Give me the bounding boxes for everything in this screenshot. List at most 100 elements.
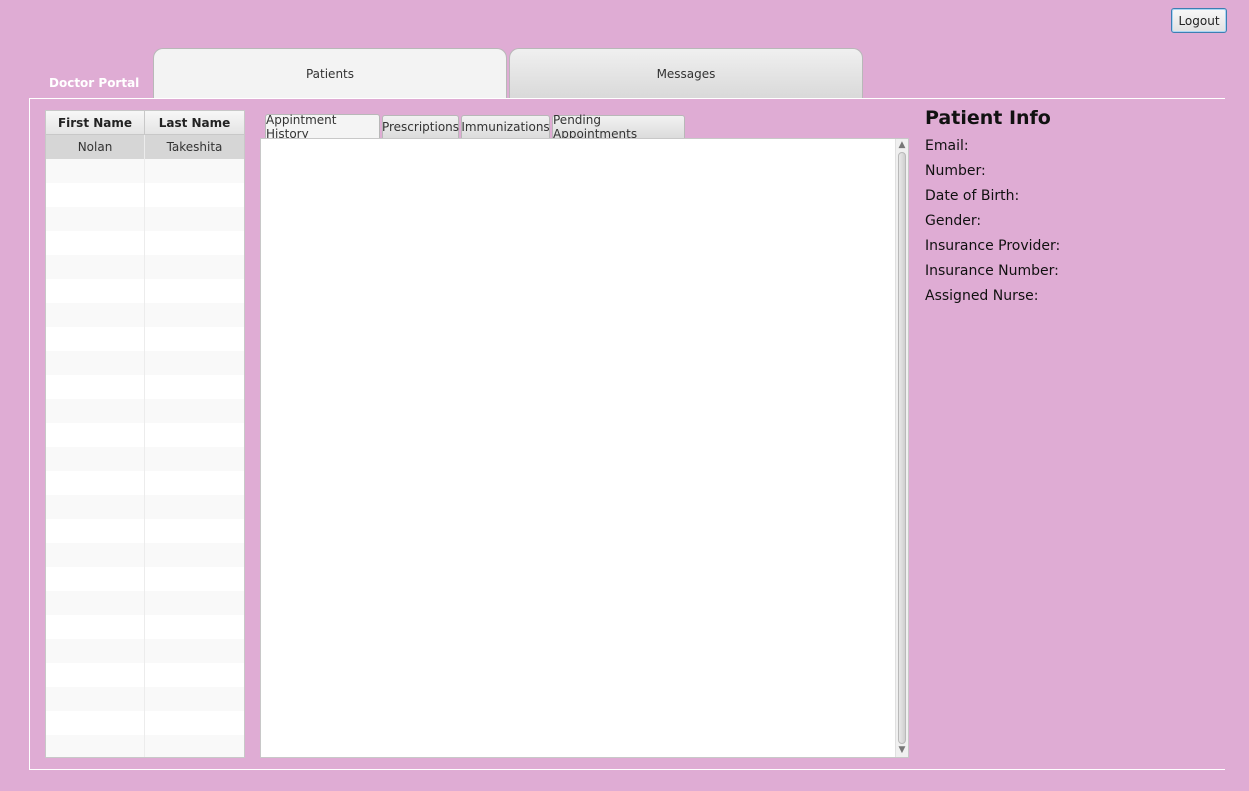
cell-last-name	[145, 687, 244, 711]
cell-first-name	[46, 471, 145, 495]
table-row[interactable]	[46, 351, 244, 375]
cell-first-name	[46, 567, 145, 591]
scroll-down-icon[interactable]: ▼	[896, 745, 908, 755]
table-row[interactable]	[46, 663, 244, 687]
cell-first-name	[46, 615, 145, 639]
cell-first-name	[46, 639, 145, 663]
table-row[interactable]	[46, 615, 244, 639]
appointment-history-panel	[260, 138, 909, 758]
cell-first-name	[46, 303, 145, 327]
gender-label: Gender:	[925, 213, 982, 229]
cell-first-name	[46, 591, 145, 615]
cell-last-name	[145, 279, 244, 303]
cell-first-name	[46, 327, 145, 351]
table-row[interactable]	[46, 231, 244, 255]
cell-first-name	[46, 399, 145, 423]
column-header-last-name[interactable]: Last Name	[145, 111, 244, 134]
cell-first-name	[46, 711, 145, 735]
cell-last-name	[145, 711, 244, 735]
cell-last-name	[145, 735, 244, 757]
insurance-provider-label: Insurance Provider:	[925, 238, 1061, 254]
scrollbar-thumb[interactable]	[898, 152, 906, 744]
cell-last-name	[145, 375, 244, 399]
cell-first-name	[46, 207, 145, 231]
cell-last-name	[145, 495, 244, 519]
cell-last-name	[145, 663, 244, 687]
cell-last-name	[145, 327, 244, 351]
cell-last-name	[145, 519, 244, 543]
tab-appointment-history[interactable]: Appintment History	[265, 113, 380, 141]
table-row[interactable]	[46, 567, 244, 591]
cell-first-name	[46, 735, 145, 757]
table-row[interactable]	[46, 327, 244, 351]
cell-first-name	[46, 183, 145, 207]
table-row[interactable]	[46, 495, 244, 519]
patient-info-title: Patient Info	[925, 107, 1051, 129]
table-row[interactable]	[46, 303, 244, 327]
cell-first-name	[46, 543, 145, 567]
cell-last-name	[145, 423, 244, 447]
table-row[interactable]	[46, 375, 244, 399]
cell-first-name	[46, 663, 145, 687]
table-row[interactable]	[46, 399, 244, 423]
table-row[interactable]	[46, 279, 244, 303]
tab-messages-label: Messages	[656, 66, 716, 81]
table-body: Nolan Takeshita	[46, 135, 244, 757]
tab-patients[interactable]: Patients	[153, 48, 507, 98]
cell-last-name	[145, 255, 244, 279]
cell-first-name	[46, 375, 145, 399]
table-row[interactable]	[46, 471, 244, 495]
cell-first-name	[46, 159, 145, 183]
cell-last-name	[145, 351, 244, 375]
cell-last-name	[145, 567, 244, 591]
table-row[interactable]	[46, 519, 244, 543]
cell-first-name	[46, 279, 145, 303]
scroll-up-icon[interactable]: ▲	[896, 140, 908, 150]
table-row[interactable]	[46, 447, 244, 471]
table-row[interactable]	[46, 255, 244, 279]
table-row[interactable]	[46, 207, 244, 231]
column-header-first-name[interactable]: First Name	[46, 111, 145, 134]
cell-last-name	[145, 183, 244, 207]
cell-first-name	[46, 351, 145, 375]
cell-last-name	[145, 447, 244, 471]
tab-immunizations[interactable]: Immunizations	[461, 115, 550, 138]
table-row[interactable]	[46, 735, 244, 757]
table-row[interactable]	[46, 639, 244, 663]
tab-messages[interactable]: Messages	[509, 48, 863, 98]
cell-last-name	[145, 207, 244, 231]
tab-pending-appointments[interactable]: Pending Appointments	[552, 113, 685, 141]
cell-last-name: Takeshita	[166, 140, 223, 154]
insurance-number-label: Insurance Number:	[925, 263, 1059, 279]
cell-last-name	[145, 159, 244, 183]
date-of-birth-label: Date of Birth:	[925, 188, 1020, 204]
cell-last-name	[145, 543, 244, 567]
table-row[interactable]	[46, 687, 244, 711]
table-row[interactable]	[46, 159, 244, 183]
tab-prescriptions[interactable]: Prescriptions	[382, 115, 459, 138]
cell-last-name	[145, 639, 244, 663]
cell-first-name	[46, 447, 145, 471]
cell-last-name	[145, 591, 244, 615]
email-label: Email:	[925, 138, 969, 154]
table-row[interactable]	[46, 183, 244, 207]
table-header: First Name Last Name	[46, 111, 244, 135]
patient-table[interactable]: First Name Last Name Nolan Takeshita	[45, 110, 245, 758]
tab-patients-label: Patients	[305, 66, 355, 81]
table-row[interactable]	[46, 711, 244, 735]
cell-first-name	[46, 519, 145, 543]
cell-first-name	[46, 423, 145, 447]
logout-button[interactable]: Logout	[1171, 8, 1227, 33]
cell-first-name: Nolan	[46, 135, 145, 159]
cell-last-name	[145, 303, 244, 327]
table-row[interactable]	[46, 423, 244, 447]
table-row[interactable]	[46, 543, 244, 567]
cell-last-name	[145, 471, 244, 495]
cell-last-name	[145, 615, 244, 639]
table-row[interactable]	[46, 591, 244, 615]
table-row[interactable]: Nolan Takeshita	[46, 135, 244, 159]
cell-last-name	[145, 399, 244, 423]
portal-title: Doctor Portal	[49, 76, 140, 90]
cell-first-name	[46, 495, 145, 519]
cell-last-name	[145, 231, 244, 255]
